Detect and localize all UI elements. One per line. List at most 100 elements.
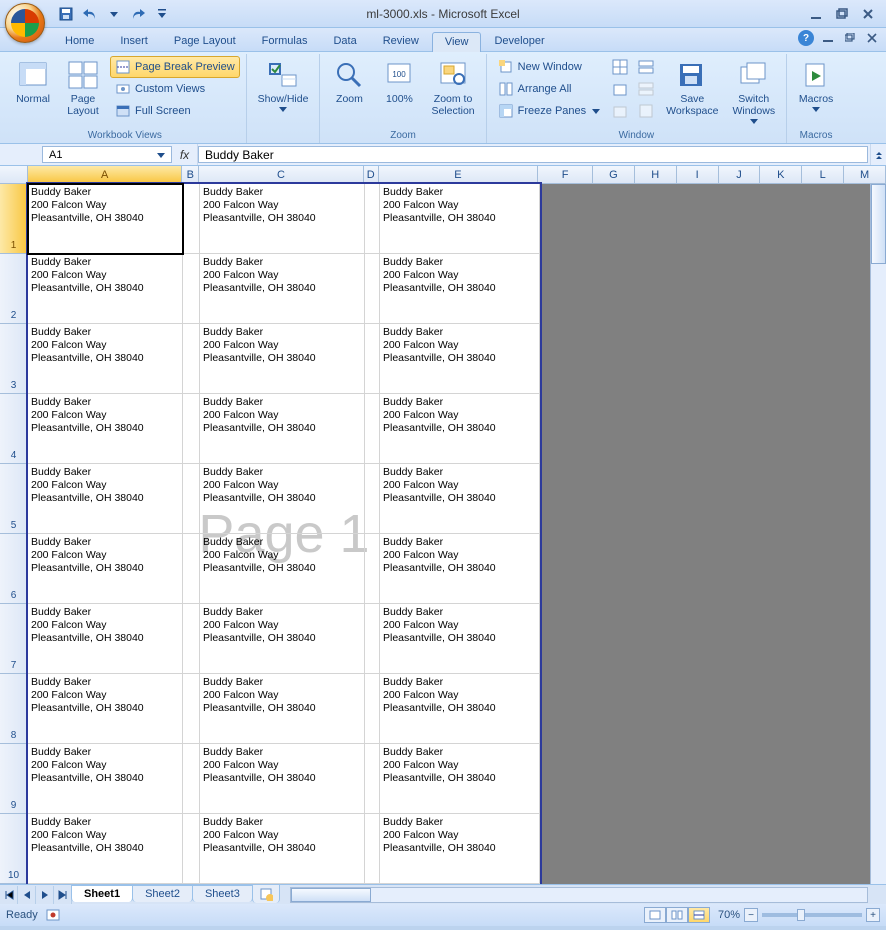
col-header-J[interactable]: J [719,166,761,183]
cell-A2[interactable]: Buddy Baker 200 Falcon Way Pleasantville… [28,254,183,324]
col-header-M[interactable]: M [844,166,886,183]
view-normal-button[interactable] [644,907,666,923]
zoom-selection-button[interactable]: Zoom to Selection [426,56,479,120]
row-header-2[interactable]: 2 [0,254,28,324]
cell-A10[interactable]: Buddy Baker 200 Falcon Way Pleasantville… [28,814,183,884]
insert-sheet-button[interactable] [252,884,280,903]
cell-E4[interactable]: Buddy Baker 200 Falcon Way Pleasantville… [380,394,540,464]
prev-sheet-button[interactable] [18,886,36,904]
row-header-5[interactable]: 5 [0,464,28,534]
restore-button[interactable] [832,6,852,22]
horizontal-scrollbar[interactable] [290,887,868,903]
row-header-8[interactable]: 8 [0,674,28,744]
macro-record-icon[interactable] [46,908,60,922]
col-header-H[interactable]: H [635,166,677,183]
row-header-7[interactable]: 7 [0,604,28,674]
zoom-out-button[interactable]: − [744,908,758,922]
next-sheet-button[interactable] [36,886,54,904]
cell-C4[interactable]: Buddy Baker 200 Falcon Way Pleasantville… [200,394,365,464]
cell-D6[interactable] [365,534,380,604]
zoom-button[interactable]: Zoom [326,56,372,108]
cell-C2[interactable]: Buddy Baker 200 Falcon Way Pleasantville… [200,254,365,324]
cell-E3[interactable]: Buddy Baker 200 Falcon Way Pleasantville… [380,324,540,394]
cell-E2[interactable]: Buddy Baker 200 Falcon Way Pleasantville… [380,254,540,324]
cell-A7[interactable]: Buddy Baker 200 Falcon Way Pleasantville… [28,604,183,674]
cell-B1[interactable] [183,184,200,254]
cell-D4[interactable] [365,394,380,464]
normal-view-button[interactable]: Normal [10,56,56,108]
cell-B5[interactable] [183,464,200,534]
col-header-C[interactable]: C [199,166,363,183]
page-break-preview-button[interactable]: Page Break Preview [110,56,240,78]
tab-formulas[interactable]: Formulas [249,31,321,51]
page-layout-view-button[interactable]: Page Layout [60,56,106,120]
col-header-G[interactable]: G [593,166,635,183]
col-header-A[interactable]: A [28,166,182,183]
sheet-tab-2[interactable]: Sheet2 [132,885,193,902]
cell-C7[interactable]: Buddy Baker 200 Falcon Way Pleasantville… [200,604,365,674]
tab-data[interactable]: Data [320,31,369,51]
cell-D3[interactable] [365,324,380,394]
cell-B9[interactable] [183,744,200,814]
zoom-in-button[interactable]: + [866,908,880,922]
cell-A8[interactable]: Buddy Baker 200 Falcon Way Pleasantville… [28,674,183,744]
cell-C8[interactable]: Buddy Baker 200 Falcon Way Pleasantville… [200,674,365,744]
cell-D10[interactable] [365,814,380,884]
formula-input[interactable]: Buddy Baker [198,146,868,163]
custom-views-button[interactable]: Custom Views [110,78,240,100]
full-screen-button[interactable]: Full Screen [110,100,240,122]
macros-button[interactable]: Macros [793,56,839,115]
mdi-close-button[interactable] [864,31,880,45]
mdi-minimize-button[interactable] [820,31,836,45]
switch-windows-button[interactable]: Switch Windows [727,56,780,127]
col-header-F[interactable]: F [538,166,593,183]
cell-E5[interactable]: Buddy Baker 200 Falcon Way Pleasantville… [380,464,540,534]
office-button[interactable] [5,3,45,43]
cell-C10[interactable]: Buddy Baker 200 Falcon Way Pleasantville… [200,814,365,884]
cell-D1[interactable] [365,184,380,254]
show-hide-button[interactable]: Show/Hide [253,56,314,115]
cell-E1[interactable]: Buddy Baker 200 Falcon Way Pleasantville… [380,184,540,254]
cell-C3[interactable]: Buddy Baker 200 Falcon Way Pleasantville… [200,324,365,394]
cell-C6[interactable]: Buddy Baker 200 Falcon Way Pleasantville… [200,534,365,604]
expand-formula-bar-button[interactable] [870,144,886,165]
cell-C5[interactable]: Buddy Baker 200 Falcon Way Pleasantville… [200,464,365,534]
close-button[interactable] [858,6,878,22]
sync-scroll-button[interactable] [635,78,657,100]
cell-A4[interactable]: Buddy Baker 200 Falcon Way Pleasantville… [28,394,183,464]
cell-B8[interactable] [183,674,200,744]
tab-page-layout[interactable]: Page Layout [161,31,249,51]
split-button[interactable] [609,56,631,78]
save-workspace-button[interactable]: Save Workspace [661,56,723,120]
arrange-all-button[interactable]: Arrange All [493,78,605,100]
cell-D5[interactable] [365,464,380,534]
cell-C1[interactable]: Buddy Baker 200 Falcon Way Pleasantville… [200,184,365,254]
name-box[interactable]: A1 [42,146,172,163]
col-header-B[interactable]: B [182,166,199,183]
unhide-button[interactable] [609,100,631,122]
minimize-button[interactable] [806,6,826,22]
tab-review[interactable]: Review [370,31,432,51]
reset-pos-button[interactable] [635,100,657,122]
col-header-I[interactable]: I [677,166,719,183]
first-sheet-button[interactable] [0,886,18,904]
qat-dropdown-icon[interactable] [104,4,124,24]
row-header-1[interactable]: 1 [0,184,28,254]
row-header-9[interactable]: 9 [0,744,28,814]
hide-button[interactable] [609,78,631,100]
mdi-restore-button[interactable] [842,31,858,45]
col-header-E[interactable]: E [379,166,538,183]
cell-E8[interactable]: Buddy Baker 200 Falcon Way Pleasantville… [380,674,540,744]
insert-function-button[interactable]: fx [172,144,198,165]
vertical-scrollbar[interactable] [870,184,886,884]
new-window-button[interactable]: New Window [493,56,605,78]
freeze-panes-button[interactable]: Freeze Panes [493,100,605,122]
tab-view[interactable]: View [432,32,482,52]
zoom-slider[interactable] [762,913,862,917]
row-header-10[interactable]: 10 [0,814,28,884]
row-header-3[interactable]: 3 [0,324,28,394]
tab-insert[interactable]: Insert [107,31,161,51]
chevron-down-icon[interactable] [157,151,165,159]
cell-E6[interactable]: Buddy Baker 200 Falcon Way Pleasantville… [380,534,540,604]
cell-E10[interactable]: Buddy Baker 200 Falcon Way Pleasantville… [380,814,540,884]
